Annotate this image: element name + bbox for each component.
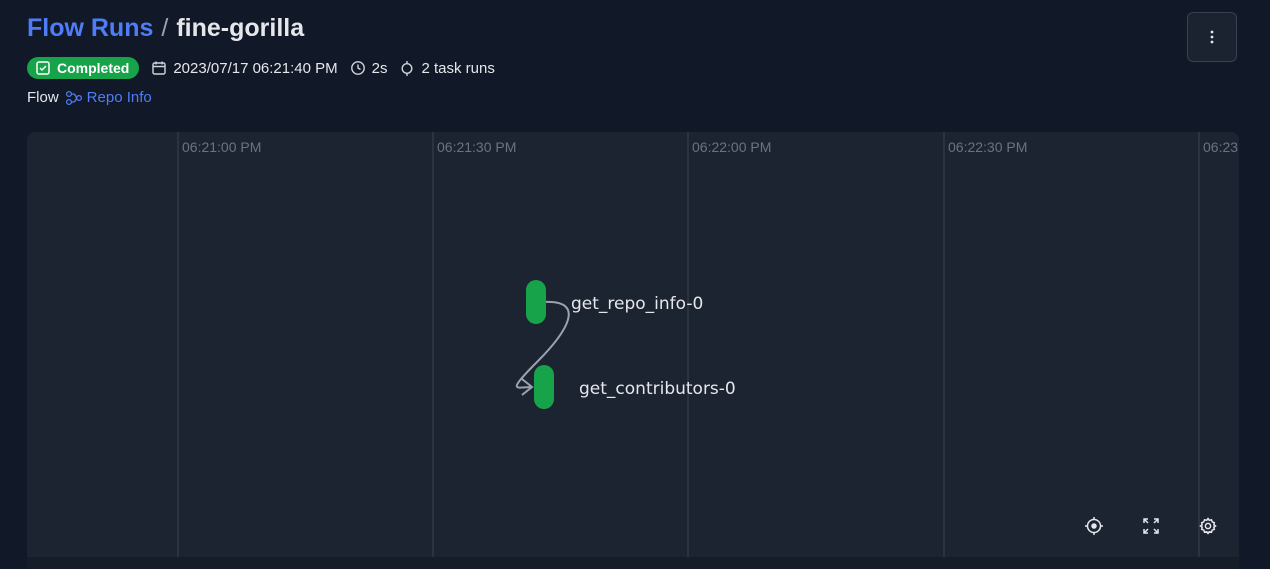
vertical-dots-icon [1210,30,1214,44]
check-square-icon [36,61,50,75]
recenter-icon [1085,517,1103,535]
recenter-button[interactable] [1082,514,1106,538]
task-node-label: get_repo_info-0 [571,294,703,314]
task-node-label: get_contributors-0 [579,379,736,399]
fullscreen-icon [1143,518,1159,534]
duration-text: 2s [371,59,388,77]
graph-bottom-bar [27,557,1239,569]
flow-run-graph[interactable]: 06:21:00 PM 06:21:30 PM 06:22:00 PM 06:22:3… [27,132,1239,557]
task-nodes: get_repo_info-0 get_contributors-0 [526,280,736,409]
timeline-tick-label: 06:23:00 PM [1203,139,1239,155]
start-time: 2023/07/17 06:21:40 PM [151,59,338,77]
task-node[interactable]: get_contributors-0 [534,365,736,409]
status-text: Completed [57,60,130,76]
clock-icon [350,61,365,75]
timeline-tick-label: 06:22:00 PM [692,139,771,155]
task-node-bar[interactable] [526,280,546,324]
start-time-text: 2023/07/17 06:21:40 PM [173,59,338,77]
timeline-tick-label: 06:21:00 PM [182,139,261,155]
flow-label: Flow [27,89,59,106]
page-title: fine-gorilla [176,14,305,42]
timeline-ticks: 06:21:00 PM 06:21:30 PM 06:22:00 PM 06:22:3… [177,132,1239,557]
more-actions-button[interactable] [1187,12,1237,62]
timeline-tick-label: 06:21:30 PM [437,139,516,155]
calendar-icon [152,61,167,75]
task-run-icon [401,61,413,76]
timeline-tick-label: 06:22:30 PM [948,139,1027,155]
task-runs-text: 2 task runs [421,59,495,77]
duration: 2s [350,59,388,77]
breadcrumb-separator: / [161,14,169,42]
breadcrumb-flow-runs-link[interactable]: Flow Runs [27,14,153,43]
flow-info: Flow Repo Info [27,89,495,106]
task-runs-count: 2 task runs [399,59,495,77]
graph-settings-button[interactable] [1196,514,1220,538]
flow-name: Repo Info [86,89,152,106]
page-header: Flow Runs / fine-gorilla Completed 2023/… [27,14,495,106]
breadcrumb: Flow Runs / fine-gorilla [27,14,495,43]
flow-link[interactable]: Repo Info [65,89,152,106]
settings-gear-icon [1199,517,1217,535]
status-badge: Completed [27,57,140,79]
run-meta: Completed 2023/07/17 06:21:40 PM 2s 2 ta… [27,57,495,79]
fullscreen-button[interactable] [1139,514,1163,538]
task-node-bar[interactable] [534,365,554,409]
flow-icon [65,90,82,105]
timeline-canvas: 06:21:00 PM 06:21:30 PM 06:22:00 PM 06:22:3… [177,132,1239,557]
